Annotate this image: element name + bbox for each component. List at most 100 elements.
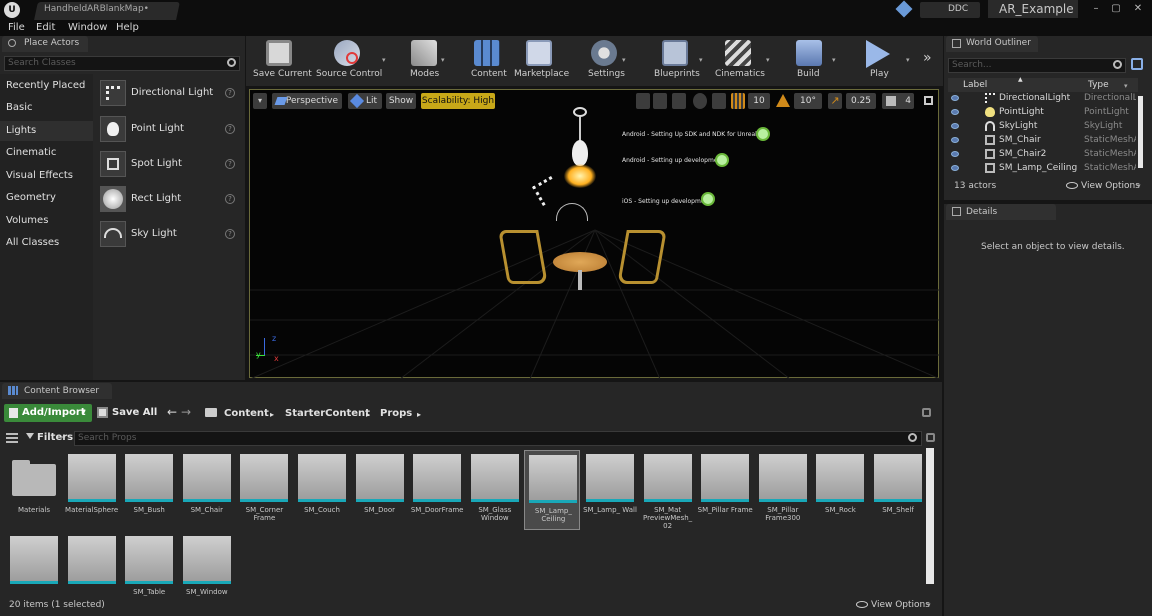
asset-tile[interactable]: SM_Door <box>352 450 408 530</box>
show-button[interactable]: Show <box>386 93 416 109</box>
menu-edit[interactable]: Edit <box>36 22 55 33</box>
asset-tile[interactable]: SM_Chair <box>179 450 235 530</box>
place-item-sky-light[interactable]: Sky Light <box>131 228 177 239</box>
grid-snap-icon[interactable] <box>731 93 745 109</box>
breadcrumb-props[interactable]: Props <box>380 408 412 419</box>
details-tab[interactable] <box>946 204 1056 220</box>
play-dropdown-icon[interactable]: ▾ <box>906 56 910 64</box>
search-icon[interactable] <box>1113 60 1122 69</box>
menu-window[interactable]: Window <box>68 22 107 33</box>
search-icon[interactable] <box>908 433 917 442</box>
asset-tile[interactable]: SM_Couch <box>294 450 350 530</box>
visibility-eye-icon[interactable] <box>951 123 959 129</box>
world-space-icon[interactable] <box>693 93 707 109</box>
rotation-snap-value[interactable]: 10° <box>794 93 822 109</box>
modes-button[interactable]: Modes <box>410 69 439 79</box>
menu-file[interactable]: File <box>8 22 25 33</box>
asset-tile[interactable]: SM_Pillar Frame300 <box>755 450 811 530</box>
toolbar-more-icon[interactable]: » <box>923 50 932 66</box>
asset-tile[interactable]: SM_Corner Frame <box>236 450 292 530</box>
category-volumes[interactable]: Volumes <box>6 215 48 226</box>
grid-snap-value[interactable]: 10 <box>748 93 770 109</box>
search-props-input[interactable] <box>74 431 922 446</box>
blueprints-button[interactable]: Blueprints <box>654 69 700 79</box>
asset-tile[interactable]: SM_Table <box>121 532 177 596</box>
save-search-icon[interactable] <box>926 433 935 442</box>
scale-snap-value[interactable]: 0.25 <box>846 93 876 109</box>
breadcrumb-separator-icon[interactable]: ▸ <box>270 410 274 419</box>
source-control-button[interactable]: Source Control <box>316 69 382 79</box>
rotation-snap-icon[interactable] <box>776 94 790 107</box>
lock-icon[interactable] <box>922 408 931 417</box>
maximize-button[interactable]: ▢ <box>1110 3 1122 15</box>
place-item-point-light[interactable]: Point Light <box>131 123 184 134</box>
search-icon[interactable] <box>227 58 236 67</box>
cinematics-dropdown-icon[interactable]: ▾ <box>766 56 770 64</box>
asset-tile[interactable]: SM_Lamp_ Ceiling <box>524 450 581 530</box>
asset-tile[interactable]: SM_Lamp_ Wall <box>582 450 638 530</box>
category-all-classes[interactable]: All Classes <box>6 237 59 248</box>
breadcrumb-content[interactable]: Content <box>224 408 269 419</box>
category-recently-placed[interactable]: Recently Placed <box>6 80 85 91</box>
asset-tile[interactable]: SM_Window <box>179 532 235 596</box>
tutorial-link-icon[interactable] <box>756 127 770 141</box>
back-arrow-icon[interactable]: ← <box>167 405 177 419</box>
asset-tile[interactable] <box>6 532 62 596</box>
place-item-directional-light[interactable]: Directional Light <box>131 87 213 98</box>
outliner-scrollbar[interactable] <box>1138 96 1143 168</box>
play-button[interactable]: Play <box>870 69 889 79</box>
tutorial-link-icon[interactable] <box>715 153 729 167</box>
content-button[interactable]: Content <box>471 69 507 79</box>
content-scrollbar[interactable] <box>926 448 934 584</box>
level-viewport[interactable] <box>249 89 940 379</box>
help-icon[interactable]: ? <box>225 229 235 239</box>
category-geometry[interactable]: Geometry <box>6 192 56 203</box>
marketplace-button[interactable]: Marketplace <box>514 69 569 79</box>
help-icon[interactable]: ? <box>225 88 235 98</box>
translate-icon[interactable] <box>653 93 667 109</box>
build-dropdown-icon[interactable]: ▾ <box>832 56 836 64</box>
category-cinematic[interactable]: Cinematic <box>6 147 56 158</box>
help-icon[interactable]: ? <box>225 159 235 169</box>
category-visual-effects[interactable]: Visual Effects <box>6 170 73 181</box>
asset-tile[interactable] <box>64 532 120 596</box>
filters-dropdown-icon[interactable]: ▾ <box>62 434 66 442</box>
settings-dropdown-icon[interactable]: ▾ <box>622 56 626 64</box>
asset-tile[interactable]: SM_Bush <box>121 450 177 530</box>
type-column-dropdown-icon[interactable]: ▾ <box>1124 82 1128 90</box>
asset-tile[interactable]: SM_Pillar Frame <box>697 450 753 530</box>
outliner-col-type[interactable]: Type <box>1088 80 1109 90</box>
tutorial-link-icon[interactable] <box>701 192 715 206</box>
maximize-viewport-icon[interactable] <box>924 96 933 105</box>
content-view-options-button[interactable]: View Options <box>871 600 930 610</box>
scalability-warning[interactable]: Scalability: High <box>421 93 495 109</box>
outliner-view-options-button[interactable]: View Options <box>1081 181 1140 191</box>
asset-tile[interactable]: SM_Mat PreviewMesh_ 02 <box>640 450 696 530</box>
breadcrumb-separator-icon[interactable]: ▸ <box>366 410 370 419</box>
help-icon[interactable]: ? <box>225 194 235 204</box>
help-icon[interactable]: ? <box>225 124 235 134</box>
asset-tile[interactable]: SM_Glass Window <box>467 450 523 530</box>
sort-ascending-icon[interactable]: ▲ <box>1018 76 1023 83</box>
minimize-button[interactable]: – <box>1090 3 1102 15</box>
visibility-eye-icon[interactable] <box>951 95 959 101</box>
outliner-col-label[interactable]: Label <box>963 80 987 90</box>
scale-snap-icon[interactable]: ↗ <box>828 93 842 109</box>
visibility-eye-icon[interactable] <box>951 165 959 171</box>
asset-tile[interactable]: Materials <box>6 450 62 530</box>
category-lights[interactable]: Lights <box>6 125 36 136</box>
asset-tile[interactable]: SM_DoorFrame <box>409 450 465 530</box>
table-top[interactable] <box>553 252 607 272</box>
modes-dropdown-icon[interactable]: ▾ <box>441 56 445 64</box>
outliner-add-icon[interactable] <box>1131 58 1143 70</box>
select-mode-icon[interactable] <box>636 93 650 109</box>
visibility-eye-icon[interactable] <box>951 137 959 143</box>
blueprints-dropdown-icon[interactable]: ▾ <box>699 56 703 64</box>
filters-button[interactable]: Filters <box>37 432 73 443</box>
place-item-rect-light[interactable]: Rect Light <box>131 193 181 204</box>
asset-tile[interactable]: SM_Rock <box>812 450 868 530</box>
source-control-dropdown-icon[interactable]: ▾ <box>382 56 386 64</box>
rotate-icon[interactable] <box>672 93 686 109</box>
cinematics-button[interactable]: Cinematics <box>715 69 765 79</box>
asset-tile[interactable]: MaterialSphere <box>64 450 120 530</box>
